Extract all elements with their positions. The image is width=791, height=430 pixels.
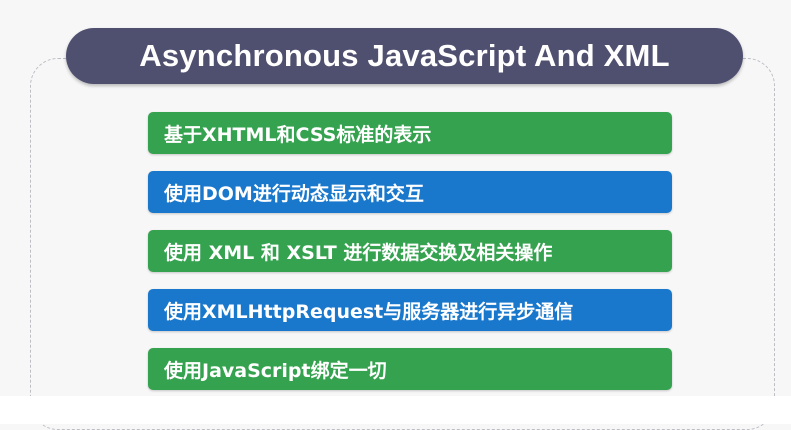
feature-item-label: 基于XHTML和CSS标准的表示: [164, 123, 432, 146]
feature-item-label: 使用JavaScript绑定一切: [164, 359, 387, 382]
feature-item-label: 使用DOM进行动态显示和交互: [164, 182, 424, 205]
feature-item-xmlhttprequest: 使用XMLHttpRequest与服务器进行异步通信: [148, 289, 672, 331]
feature-list: 基于XHTML和CSS标准的表示 使用DOM进行动态显示和交互 使用 XML 和…: [148, 112, 672, 407]
feature-item-label: 使用XMLHttpRequest与服务器进行异步通信: [164, 300, 574, 323]
slide-title: Asynchronous JavaScript And XML: [139, 38, 670, 73]
feature-item-javascript: 使用JavaScript绑定一切: [148, 348, 672, 390]
bottom-band: [0, 396, 791, 424]
feature-item-dom: 使用DOM进行动态显示和交互: [148, 171, 672, 213]
feature-item-xml-xslt: 使用 XML 和 XSLT 进行数据交换及相关操作: [148, 230, 672, 272]
feature-item-label: 使用 XML 和 XSLT 进行数据交换及相关操作: [164, 241, 553, 264]
title-banner: Asynchronous JavaScript And XML: [66, 28, 743, 84]
feature-item-xhtml-css: 基于XHTML和CSS标准的表示: [148, 112, 672, 154]
